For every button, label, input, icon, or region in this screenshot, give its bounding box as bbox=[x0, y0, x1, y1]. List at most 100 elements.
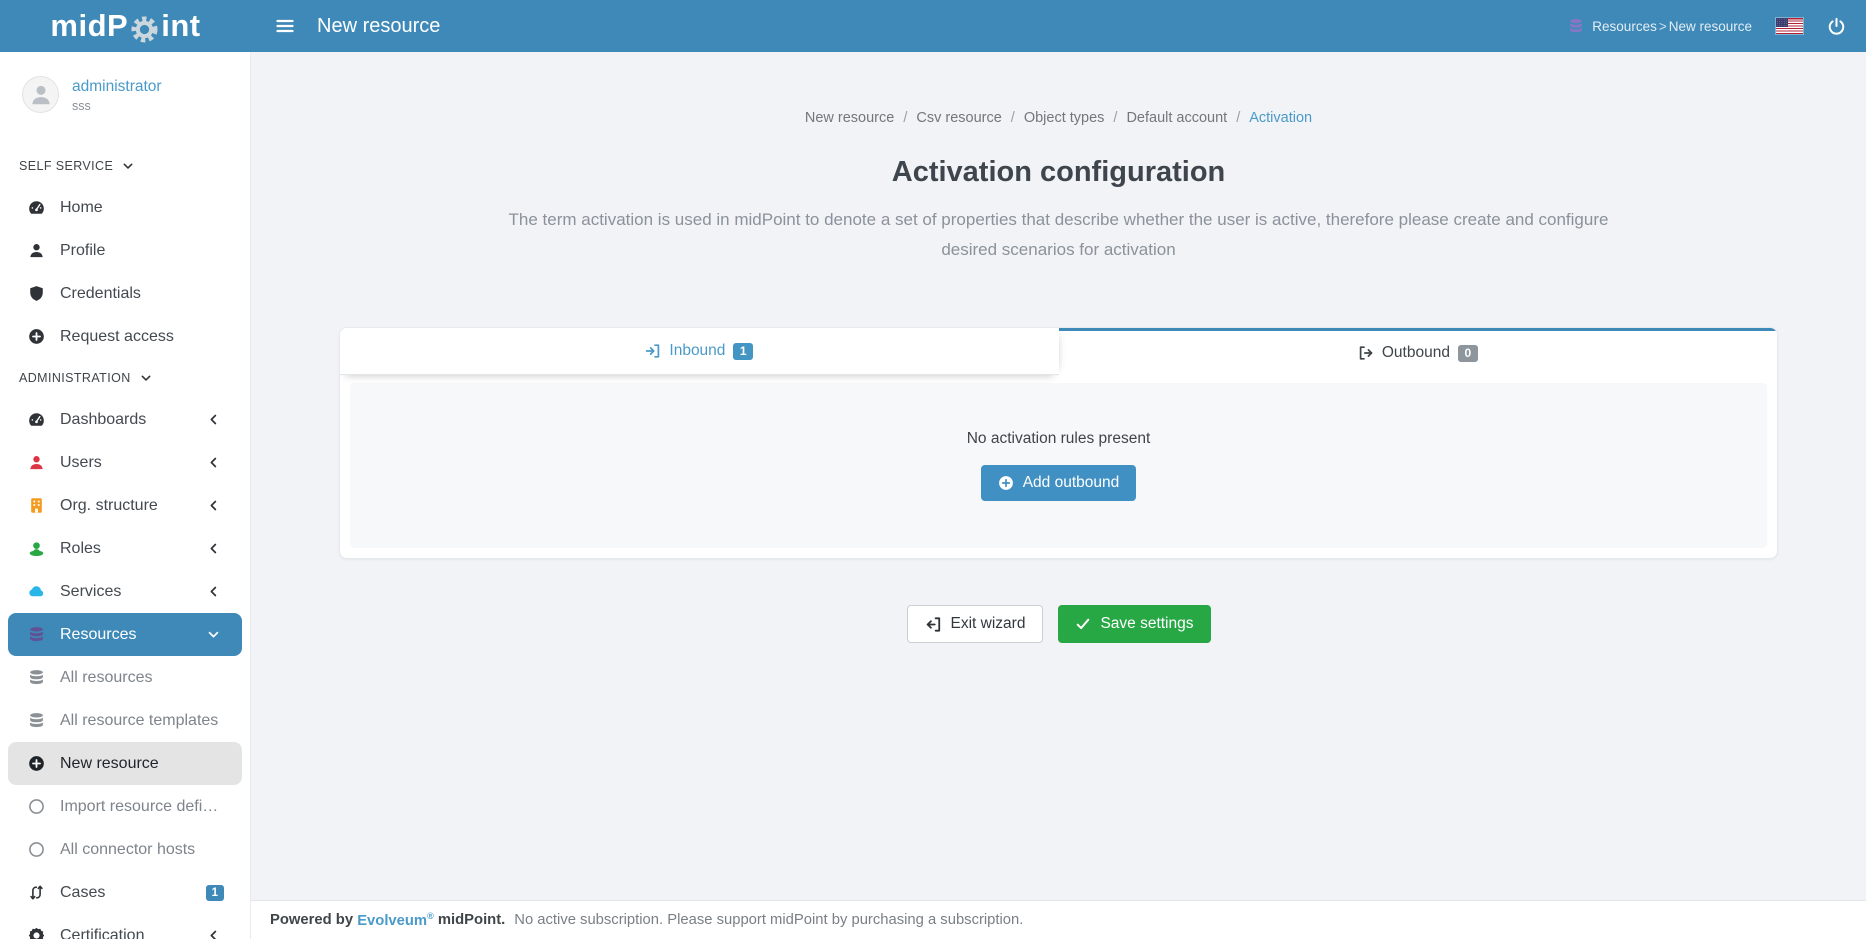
sidebar-item-all-resources[interactable]: All resources bbox=[0, 656, 250, 699]
hamburger-menu-icon[interactable] bbox=[275, 16, 295, 36]
section-header-self-service[interactable]: SELF SERVICE bbox=[0, 146, 250, 186]
item-label: Cases bbox=[60, 884, 198, 902]
database-icon bbox=[26, 669, 47, 686]
user-name-link[interactable]: administrator bbox=[72, 78, 162, 96]
header-breadcrumb-item-new-resource[interactable]: New resource bbox=[1669, 19, 1752, 34]
sidebar-item-home[interactable]: Home bbox=[0, 186, 250, 229]
sidebar-item-dashboards[interactable]: Dashboards bbox=[0, 398, 250, 441]
breadcrumb-item-csv-resource[interactable]: Csv resource bbox=[916, 110, 1001, 126]
tab-count-badge: 1 bbox=[733, 343, 753, 360]
sidebar-item-services[interactable]: Services bbox=[0, 570, 250, 613]
top-header: midP int New resource Resources>New reso… bbox=[0, 0, 1866, 52]
header-page-title: New resource bbox=[317, 15, 440, 38]
header-breadcrumb-item-resources[interactable]: Resources bbox=[1592, 19, 1657, 34]
sidebar-item-resources[interactable]: Resources bbox=[8, 613, 242, 656]
database-icon bbox=[26, 626, 47, 643]
role-icon bbox=[26, 540, 47, 557]
building-icon bbox=[26, 497, 47, 514]
sidebar-item-all-resource-templates[interactable]: All resource templates bbox=[0, 699, 250, 742]
plus-circle-icon bbox=[998, 475, 1014, 491]
breadcrumb-item-activation[interactable]: Activation bbox=[1249, 110, 1312, 126]
main-content: New resource / Csv resource / Object types / D… bbox=[251, 0, 1866, 900]
wizard-actions: Exit wizard Save settings bbox=[251, 605, 1866, 643]
sidebar-nav: SELF SERVICE Home ProfileCredentials Reques… bbox=[0, 136, 250, 939]
user-subtitle: sss bbox=[72, 99, 162, 113]
logo-text-post: int bbox=[161, 8, 200, 44]
powered-by-text: Powered by bbox=[270, 912, 353, 928]
cases-icon bbox=[26, 884, 47, 901]
sidebar-item-credentials[interactable]: Credentials bbox=[0, 272, 250, 315]
sidebar-item-org-structure[interactable]: Org. structure bbox=[0, 484, 250, 527]
item-label: Certification bbox=[60, 927, 195, 939]
sidebar-item-certification[interactable]: Certification bbox=[0, 914, 250, 939]
user-panel: administrator sss bbox=[0, 52, 250, 136]
empty-state-message: No activation rules present bbox=[967, 430, 1151, 448]
chevron-down-icon bbox=[203, 628, 224, 641]
footer: Powered by Evolveum® midPoint. No active… bbox=[251, 900, 1866, 939]
exit-wizard-button[interactable]: Exit wizard bbox=[907, 605, 1044, 643]
check-icon bbox=[1075, 616, 1091, 632]
chevron-left-icon bbox=[203, 413, 224, 426]
page-title: Activation configuration bbox=[251, 156, 1866, 189]
item-label: Import resource definit... bbox=[60, 798, 224, 816]
circle-icon bbox=[26, 841, 47, 858]
chevron-left-icon bbox=[203, 499, 224, 512]
wizard-card: Inbound 1 Outbound0 No activation rules pr… bbox=[339, 327, 1778, 559]
item-label: Request access bbox=[60, 328, 224, 346]
sidebar-item-users[interactable]: Users bbox=[0, 441, 250, 484]
sign-out-icon bbox=[1358, 345, 1374, 361]
breadcrumb-separator: / bbox=[903, 110, 907, 126]
item-label: Services bbox=[60, 583, 195, 601]
dashboard-icon bbox=[26, 199, 47, 216]
sidebar-item-request-access[interactable]: Request access bbox=[0, 315, 250, 358]
exit-icon bbox=[925, 616, 942, 633]
power-icon[interactable] bbox=[1827, 17, 1846, 36]
tab-label: Inbound bbox=[669, 342, 725, 360]
chevron-left-icon bbox=[203, 456, 224, 469]
item-label: Users bbox=[60, 454, 195, 472]
shield-icon bbox=[26, 285, 47, 302]
breadcrumb-item-object-types[interactable]: Object types bbox=[1024, 110, 1105, 126]
breadcrumb-item-default-account[interactable]: Default account bbox=[1126, 110, 1227, 126]
sidebar-item-import-resource-definit[interactable]: Import resource definit... bbox=[0, 785, 250, 828]
database-icon bbox=[1568, 18, 1584, 34]
tab-outbound[interactable]: Outbound0 bbox=[1059, 328, 1778, 375]
sidebar-item-all-connector-hosts[interactable]: All connector hosts bbox=[0, 828, 250, 871]
tab-panel-outbound: No activation rules present Add outbound bbox=[350, 383, 1767, 548]
item-label: All resources bbox=[60, 669, 224, 687]
user-icon bbox=[26, 454, 47, 471]
item-label: Home bbox=[60, 199, 224, 217]
tab-inbound[interactable]: Inbound 1 bbox=[340, 328, 1059, 375]
product-name: midPoint. bbox=[438, 912, 505, 928]
plus-circle-icon bbox=[26, 328, 47, 345]
sidebar-item-roles[interactable]: Roles bbox=[0, 527, 250, 570]
item-label: All resource templates bbox=[60, 712, 224, 730]
page-description: The term activation is used in midPoint … bbox=[499, 205, 1619, 265]
header-breadcrumb: Resources>New resource bbox=[1568, 18, 1752, 34]
save-settings-button[interactable]: Save settings bbox=[1058, 605, 1210, 643]
section-header-administration[interactable]: ADMINISTRATION bbox=[0, 358, 250, 398]
item-badge: 1 bbox=[206, 885, 224, 901]
chevron-down-icon bbox=[122, 160, 134, 172]
app-logo[interactable]: midP int bbox=[0, 0, 251, 52]
breadcrumb-separator: / bbox=[1113, 110, 1117, 126]
user-icon bbox=[26, 242, 47, 259]
language-flag-us[interactable] bbox=[1776, 18, 1803, 34]
add-outbound-button[interactable]: Add outbound bbox=[981, 465, 1137, 501]
plus-circle-icon bbox=[26, 755, 47, 772]
header-breadcrumb-items: Resources>New resource bbox=[1592, 19, 1752, 34]
item-label: Roles bbox=[60, 540, 195, 558]
user-avatar-icon bbox=[29, 83, 53, 107]
evolveum-link[interactable]: Evolveum® bbox=[357, 911, 434, 929]
certification-icon bbox=[26, 927, 47, 939]
sidebar-item-new-resource[interactable]: New resource bbox=[8, 742, 242, 785]
cloud-icon bbox=[26, 583, 47, 600]
breadcrumb-separator: / bbox=[1236, 110, 1240, 126]
tab-count-badge: 0 bbox=[1458, 345, 1478, 362]
logo-text-pre: midP bbox=[50, 8, 128, 44]
chevron-left-icon bbox=[203, 929, 224, 939]
sidebar-item-cases[interactable]: Cases 1 bbox=[0, 871, 250, 914]
avatar[interactable] bbox=[22, 76, 59, 113]
breadcrumb-item-new-resource[interactable]: New resource bbox=[805, 110, 894, 126]
sidebar-item-profile[interactable]: Profile bbox=[0, 229, 250, 272]
